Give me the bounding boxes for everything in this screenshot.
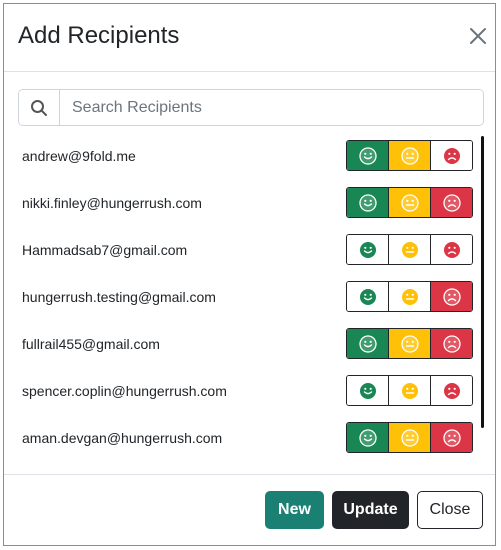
sad-face-button[interactable]: [430, 376, 472, 405]
close-button[interactable]: Close: [417, 491, 483, 529]
happy-face-button[interactable]: [347, 141, 388, 170]
sad-face-icon: [442, 334, 462, 354]
recipient-email: fullrail455@gmail.com: [22, 336, 160, 352]
modal-header: Add Recipients: [4, 4, 495, 72]
happy-face-button[interactable]: [347, 376, 388, 405]
recipient-row: nikki.finley@hungerrush.com: [4, 179, 480, 226]
recipient-email: nikki.finley@hungerrush.com: [22, 195, 202, 211]
happy-face-icon: [358, 334, 378, 354]
neutral-face-button[interactable]: [388, 376, 430, 405]
happy-face-button[interactable]: [347, 188, 388, 217]
sad-face-icon: [442, 146, 462, 166]
close-icon[interactable]: [468, 26, 488, 46]
recipient-row: andrew@9fold.me: [4, 132, 480, 179]
happy-face-button[interactable]: [347, 423, 388, 452]
recipient-email: aman.devgan@hungerrush.com: [22, 430, 223, 446]
recipient-list: andrew@9fold.me nikki.finley@hungerrush.c…: [4, 132, 484, 472]
recipient-row: spencer.coplin@hungerrush.com: [4, 367, 480, 414]
happy-face-icon: [358, 428, 378, 448]
neutral-face-icon: [400, 287, 420, 307]
neutral-face-icon: [400, 240, 420, 260]
sad-face-button[interactable]: [430, 235, 472, 264]
sad-face-icon: [442, 381, 462, 401]
neutral-face-button[interactable]: [388, 282, 430, 311]
neutral-face-button[interactable]: [388, 141, 430, 170]
neutral-face-icon: [400, 428, 420, 448]
neutral-face-button[interactable]: [388, 329, 430, 358]
update-button[interactable]: Update: [332, 491, 409, 529]
sad-face-button[interactable]: [430, 329, 472, 358]
happy-face-button[interactable]: [347, 329, 388, 358]
recipient-email: hungerrush.testing@gmail.com: [22, 289, 216, 305]
feedback-toggle-group: [346, 234, 473, 265]
recipient-email: Hammadsab7@gmail.com: [22, 242, 188, 258]
neutral-face-button[interactable]: [388, 235, 430, 264]
new-button[interactable]: New: [265, 491, 324, 529]
sad-face-button[interactable]: [430, 141, 472, 170]
add-recipients-modal: Add Recipients andrew@9fold.me nikki.finl…: [3, 3, 496, 546]
neutral-face-icon: [400, 193, 420, 213]
recipient-email: andrew@9fold.me: [22, 148, 136, 164]
happy-face-button[interactable]: [347, 282, 388, 311]
scrollbar[interactable]: [481, 136, 484, 428]
sad-face-icon: [442, 193, 462, 213]
happy-face-icon: [358, 240, 378, 260]
neutral-face-button[interactable]: [388, 188, 430, 217]
feedback-toggle-group: [346, 375, 473, 406]
sad-face-button[interactable]: [430, 423, 472, 452]
sad-face-button[interactable]: [430, 188, 472, 217]
neutral-face-icon: [400, 146, 420, 166]
feedback-toggle-group: [346, 140, 473, 171]
recipient-row: fullrail455@gmail.com: [4, 320, 480, 367]
happy-face-icon: [358, 381, 378, 401]
modal-body: andrew@9fold.me nikki.finley@hungerrush.c…: [4, 72, 495, 476]
feedback-toggle-group: [346, 422, 473, 453]
recipient-row: Hammadsab7@gmail.com: [4, 226, 480, 273]
sad-face-icon: [442, 240, 462, 260]
neutral-face-icon: [400, 334, 420, 354]
happy-face-icon: [358, 146, 378, 166]
feedback-toggle-group: [346, 281, 473, 312]
feedback-toggle-group: [346, 187, 473, 218]
neutral-face-button[interactable]: [388, 423, 430, 452]
happy-face-icon: [358, 287, 378, 307]
sad-face-button[interactable]: [430, 282, 472, 311]
modal-title: Add Recipients: [18, 22, 180, 49]
search-group: [18, 89, 484, 126]
recipient-row: hungerrush.testing@gmail.com: [4, 273, 480, 320]
search-icon: [19, 90, 60, 125]
sad-face-icon: [442, 428, 462, 448]
sad-face-icon: [442, 287, 462, 307]
modal-footer: New Update Close: [4, 474, 495, 545]
feedback-toggle-group: [346, 328, 473, 359]
recipient-row: aman.devgan@hungerrush.com: [4, 414, 480, 461]
neutral-face-icon: [400, 381, 420, 401]
happy-face-icon: [358, 193, 378, 213]
recipient-email: spencer.coplin@hungerrush.com: [22, 383, 227, 399]
happy-face-button[interactable]: [347, 235, 388, 264]
search-input[interactable]: [60, 90, 483, 125]
